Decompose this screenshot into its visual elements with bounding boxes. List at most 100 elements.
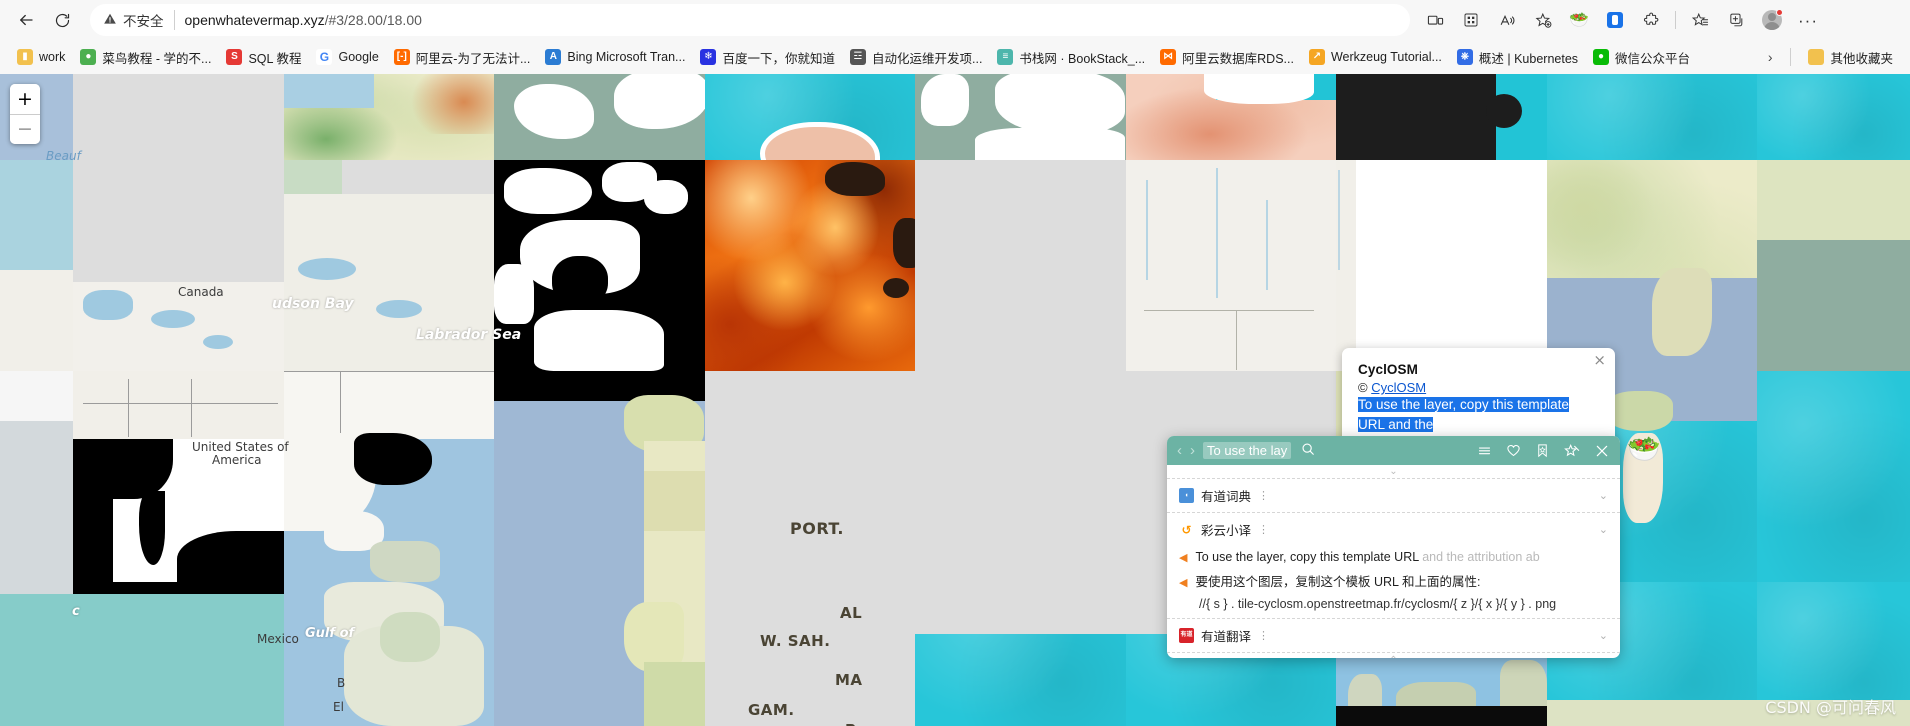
bookmark-item[interactable]: ❄ 百度一下，你就知道	[693, 44, 842, 71]
bookmark-label: 阿里云-为了无法计...	[415, 51, 531, 66]
reload-button[interactable]	[44, 4, 80, 36]
bookmark-item[interactable]: ● 微信公众平台	[1586, 44, 1697, 71]
section-header[interactable]: ↺ 彩云小译 ⋮ ⌄	[1167, 513, 1620, 546]
source-text-faded: and the attribution ab	[1418, 550, 1540, 564]
map-tile	[73, 160, 284, 371]
shopping-bowl-icon[interactable]: 🥗	[1562, 4, 1596, 36]
puzzle-extensions-icon[interactable]	[1634, 4, 1668, 36]
section-more-icon[interactable]: ⋮	[1258, 523, 1270, 536]
profile-avatar-icon[interactable]	[1755, 4, 1789, 36]
grid-glyph	[1464, 13, 1478, 27]
map-tile	[1126, 160, 1336, 371]
bookmark-item[interactable]: ☲ 自动化运维开发项...	[843, 44, 989, 71]
chevron-down-icon[interactable]: ⌄	[1599, 523, 1608, 536]
werkzeug-icon: ↗	[1308, 49, 1325, 65]
section-header[interactable]: 有道 有道翻译 ⋮ ⌄	[1167, 619, 1620, 652]
map-tile	[915, 74, 1126, 160]
favorites-list-icon[interactable]	[1683, 4, 1717, 36]
back-arrow-icon	[20, 14, 33, 26]
add-favorite-icon[interactable]	[1526, 4, 1560, 36]
extension-blue-icon[interactable]	[1598, 4, 1632, 36]
close-icon[interactable]	[1594, 443, 1610, 459]
section-more-icon[interactable]: ⋮	[1258, 489, 1270, 502]
search-icon[interactable]	[1301, 442, 1315, 459]
bookmark-item[interactable]: ≡ 书栈网 · BookStack_...	[990, 44, 1152, 71]
bookmark-label: Google	[338, 50, 379, 64]
map-tile	[284, 582, 494, 726]
caiyun-badge-icon: ↺	[1179, 522, 1194, 537]
chevron-down-icon[interactable]: ⌄	[1599, 489, 1608, 502]
bookmark-label: work	[39, 50, 66, 64]
map-tile	[705, 371, 915, 582]
translation-popup-panel[interactable]: ‹ › To use the lay ⌄ ◖ 有道词典 ⋮ ⌄ ↺ 彩云小译 ⋮…	[1167, 436, 1620, 658]
split-screen-icon[interactable]	[1418, 4, 1452, 36]
bookmark-item[interactable]: ⎈ 概述 | Kubernetes	[1450, 44, 1585, 71]
star-pin-icon[interactable]	[1564, 443, 1580, 459]
shopping-bowl-floating-icon[interactable]: 🥗	[1627, 436, 1661, 463]
settings-more-icon[interactable]: ···	[1791, 4, 1825, 36]
map-tile	[1126, 74, 1336, 160]
bookmark-other-favorites[interactable]: 其他收藏夹	[1801, 44, 1900, 71]
bookmark-item[interactable]: S SQL 教程	[219, 44, 308, 71]
collections-glyph	[1729, 13, 1742, 26]
collections-grid-icon[interactable]	[1454, 4, 1488, 36]
back-button[interactable]	[8, 4, 44, 36]
bookstack-icon: ≡	[997, 49, 1014, 65]
map-tile	[0, 371, 73, 582]
map-canvas[interactable]: Beauf Canada udson Bay Labrador Sea United S…	[0, 74, 1910, 726]
zoom-out-button[interactable]: −	[10, 114, 40, 144]
zoom-in-button[interactable]: +	[10, 84, 40, 114]
translation-query-text[interactable]: To use the lay	[1203, 442, 1292, 459]
read-aloud-icon[interactable]	[1490, 4, 1524, 36]
prev-button[interactable]: ‹	[1177, 443, 1182, 458]
menu-icon[interactable]	[1477, 443, 1492, 458]
speaker-icon[interactable]: ◀	[1179, 575, 1187, 592]
close-glyph	[1596, 445, 1608, 456]
map-tile	[0, 160, 73, 371]
map-tile	[915, 371, 1126, 582]
map-tile	[73, 74, 284, 160]
read-aloud-glyph	[1500, 14, 1514, 25]
bookmark-item[interactable]: A Bing Microsoft Tran...	[538, 45, 692, 69]
collapse-handle-top[interactable]: ⌄	[1167, 465, 1620, 479]
warning-triangle-icon	[103, 12, 117, 28]
chevron-down-icon[interactable]: ⌄	[1599, 629, 1608, 642]
map-zoom-control[interactable]: + −	[10, 84, 40, 144]
map-tile	[705, 582, 915, 726]
source-text: To use the layer, copy this template URL…	[1195, 548, 1539, 567]
favorites-glyph	[1691, 12, 1708, 26]
address-bar[interactable]: 不安全 openwhatevermap.xyz/#3/28.00/18.00	[90, 4, 1410, 36]
puzzle-glyph	[1643, 12, 1658, 25]
bookmarks-divider	[1790, 48, 1792, 66]
cyclosm-attribution: © CyclOSM	[1358, 380, 1599, 395]
map-tile	[705, 74, 915, 160]
collections-add-icon[interactable]	[1719, 4, 1753, 36]
copyright-icon: ©	[1358, 380, 1368, 395]
url-domain: openwhatevermap.xyz	[184, 12, 325, 28]
map-tile	[1757, 582, 1910, 726]
close-icon[interactable]: ×	[1593, 353, 1606, 368]
section-more-icon[interactable]: ⋮	[1258, 629, 1270, 642]
bookmark-item[interactable]: ⋈ 阿里云数据库RDS...	[1153, 44, 1301, 71]
bookmark-item[interactable]: G Google	[309, 45, 385, 69]
speaker-icon[interactable]: ◀	[1179, 550, 1187, 567]
section-title: 彩云小译	[1201, 524, 1252, 538]
bookmarks-overflow-chevron-icon[interactable]: ›	[1760, 46, 1781, 68]
bookmark-label: 百度一下，你就知道	[722, 51, 835, 66]
cyclosm-title: CyclOSM	[1358, 362, 1418, 377]
collapse-handle-bottom[interactable]: ⌃	[1167, 653, 1620, 658]
bookmark-item[interactable]: ↗ Werkzeug Tutorial...	[1302, 45, 1449, 69]
template-url-text: //{ s } . tile-cyclosm.openstreetmap.fr/…	[1199, 596, 1557, 611]
baidu-icon: ❄	[700, 49, 717, 65]
bookmark-item[interactable]: ▮ work	[10, 45, 72, 69]
cyclosm-link[interactable]: CyclOSM	[1371, 380, 1426, 395]
url-text[interactable]: openwhatevermap.xyz/#3/28.00/18.00	[185, 12, 1398, 28]
heart-icon[interactable]	[1506, 443, 1521, 458]
next-button[interactable]: ›	[1190, 443, 1195, 458]
bookmark-item[interactable]: [-] 阿里云-为了无法计...	[387, 44, 538, 71]
section-header[interactable]: ◖ 有道词典 ⋮ ⌄	[1167, 479, 1620, 512]
bookmark-icon[interactable]	[1535, 443, 1550, 458]
security-status-chip[interactable]: 不安全	[103, 10, 175, 30]
bookmark-item[interactable]: ● 菜鸟教程 - 学的不...	[73, 44, 218, 71]
aliyun-icon: [-]	[393, 49, 410, 65]
